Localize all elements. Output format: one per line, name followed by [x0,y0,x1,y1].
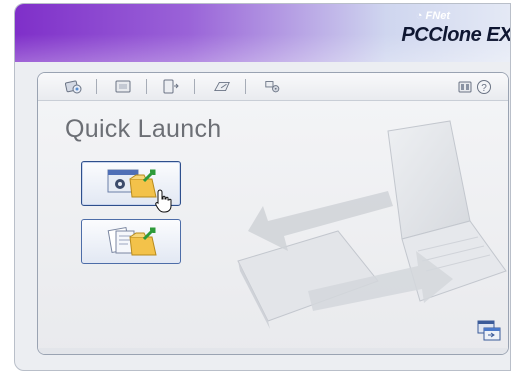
page-title: Quick Launch [65,115,222,143]
settings-icon[interactable] [264,79,282,94]
fnet-logo-icon: ◔ [415,10,423,22]
quick-launch-content: Quick Launch [38,101,508,354]
toolbar-separator [146,79,147,94]
quick-launch-icon[interactable] [65,79,83,94]
svg-text:?: ? [481,83,487,94]
hand-cursor-icon [154,189,174,218]
brand-company-label: ◔ FNet [415,10,450,22]
title-bar: ◔ FNet PCClone EX [15,4,510,62]
help-icon[interactable]: ? [475,79,493,94]
quick-copy-button[interactable] [81,219,181,264]
toolbar-separator [194,79,195,94]
transfer-icon[interactable] [162,79,180,94]
toolbar: ? [38,73,508,101]
status-strip [38,348,508,354]
main-panel: ? Quick Launch [37,72,509,355]
backup-folder-icon [107,169,157,197]
app-brand-title: PCClone EX [401,24,511,46]
toolbar-separator [245,79,246,94]
app-window: ◔ FNet PCClone EX ? Quick Launch [14,3,511,371]
backup-icon[interactable] [114,79,132,94]
minimize-to-tray-icon[interactable] [476,319,502,348]
pc-transfer-illustration-icon [188,111,508,346]
toolbar-separator [96,79,97,94]
about-icon[interactable] [456,79,474,94]
documents-folder-icon [107,226,157,255]
restore-icon[interactable] [213,79,231,94]
